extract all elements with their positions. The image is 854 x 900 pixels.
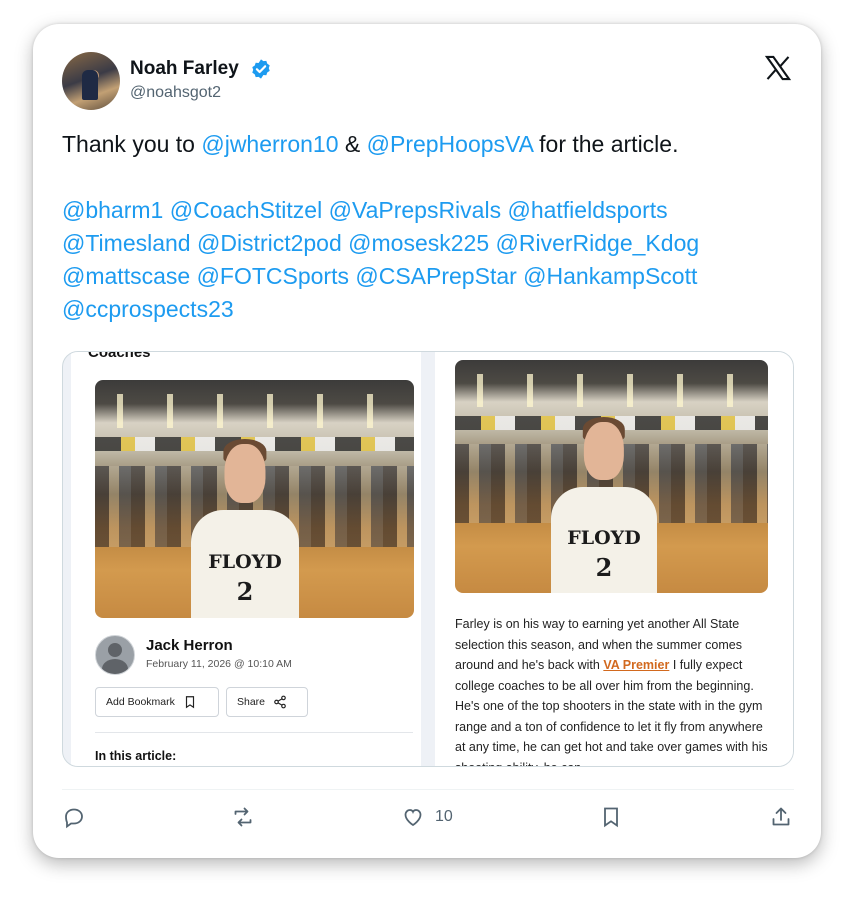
mention-link[interactable]: @bharm1 [62, 197, 163, 223]
add-bookmark-label: Add Bookmark [106, 696, 175, 708]
verified-badge-icon [252, 59, 270, 79]
amp-text: & [338, 131, 367, 157]
tweet-text: Thank you to @jwherron10 & @PrepHoopsVA … [62, 128, 792, 326]
bookmark-icon [604, 807, 618, 828]
mention-link[interactable]: @CoachStitzel [170, 197, 322, 223]
jersey-text: FLOYD [208, 551, 282, 574]
x-logo-icon[interactable] [764, 54, 792, 82]
mention-link[interactable]: @VaPrepsRivals [329, 197, 501, 223]
share-button[interactable] [769, 805, 793, 829]
author-handle[interactable]: @noahsgot2 [130, 84, 221, 102]
jersey-text: FLOYD [567, 527, 641, 550]
mention-link[interactable]: @CSAPrepStar [355, 263, 516, 289]
player-photo: FLOYD 2 [455, 360, 768, 593]
mention-link[interactable]: @PrepHoopsVA [367, 131, 533, 157]
mention-link[interactable]: @FOTCSports [197, 263, 349, 289]
va-premier-link: VA Premier [603, 658, 670, 672]
mention-link[interactable]: @District2pod [197, 230, 342, 256]
jersey-number: 2 [595, 552, 613, 582]
mention-link[interactable]: @hatfieldsports [507, 197, 667, 223]
media-gallery[interactable]: Coaches FLOYD 2 Jack Herron February 11,… [62, 351, 794, 767]
reply-button[interactable] [62, 805, 86, 829]
retweet-button[interactable] [231, 805, 255, 829]
like-count: 10 [435, 808, 453, 825]
mention-link[interactable]: @ccprospects23 [62, 296, 234, 322]
player-figure: FLOYD 2 [551, 416, 657, 593]
player-photo: FLOYD 2 [95, 380, 414, 618]
divider [95, 732, 413, 733]
bookmark-button[interactable] [599, 805, 623, 829]
section-heading: Coaches [88, 351, 151, 361]
like-icon [404, 809, 422, 827]
media-image-right[interactable]: FLOYD 2 Farley is on his way to earning … [435, 352, 793, 766]
share-icon [772, 807, 790, 826]
share-icon [274, 695, 286, 709]
tweet-card: Noah Farley @noahsgot2 Thank you to @jwh… [33, 24, 821, 858]
in-this-article-label: In this article: [95, 749, 177, 763]
share-button: Share [226, 687, 308, 717]
bookmark-icon [185, 696, 194, 709]
article-author-name: Jack Herron [146, 637, 233, 654]
article-body: Farley is on his way to earning yet anot… [455, 614, 773, 766]
mention-link[interactable]: @mosesk225 [348, 230, 489, 256]
author-avatar[interactable] [62, 52, 120, 110]
media-image-left[interactable]: Coaches FLOYD 2 Jack Herron February 11,… [71, 352, 421, 766]
like-button[interactable]: 10 [401, 805, 453, 829]
mention-link[interactable]: @HankampScott [523, 263, 697, 289]
article-author-avatar [95, 635, 135, 675]
jersey-number: 2 [236, 576, 254, 606]
mention-link[interactable]: @Timesland [62, 230, 191, 256]
mention-link[interactable]: @jwherron10 [201, 131, 338, 157]
article-date: February 11, 2026 @ 10:10 AM [146, 658, 292, 670]
tweet-thanks-line: Thank you to @jwherron10 & @PrepHoopsVA … [62, 128, 792, 161]
article-body-text: I fully expect college coaches to be all… [455, 658, 768, 766]
author-name[interactable]: Noah Farley [130, 58, 239, 80]
reply-icon [65, 808, 83, 829]
share-label: Share [237, 696, 266, 708]
player-figure: FLOYD 2 [191, 438, 299, 618]
thanks-suffix: for the article. [532, 131, 679, 157]
action-bar-divider [62, 789, 794, 790]
mention-link[interactable]: @mattscase [62, 263, 190, 289]
retweet-icon [234, 807, 252, 827]
thanks-prefix: Thank you to [62, 131, 202, 157]
add-bookmark-button: Add Bookmark [95, 687, 219, 717]
mentions-list: @bharm1 @CoachStitzel @VaPrepsRivals @ha… [62, 194, 792, 326]
mention-link[interactable]: @RiverRidge_Kdog [496, 230, 700, 256]
